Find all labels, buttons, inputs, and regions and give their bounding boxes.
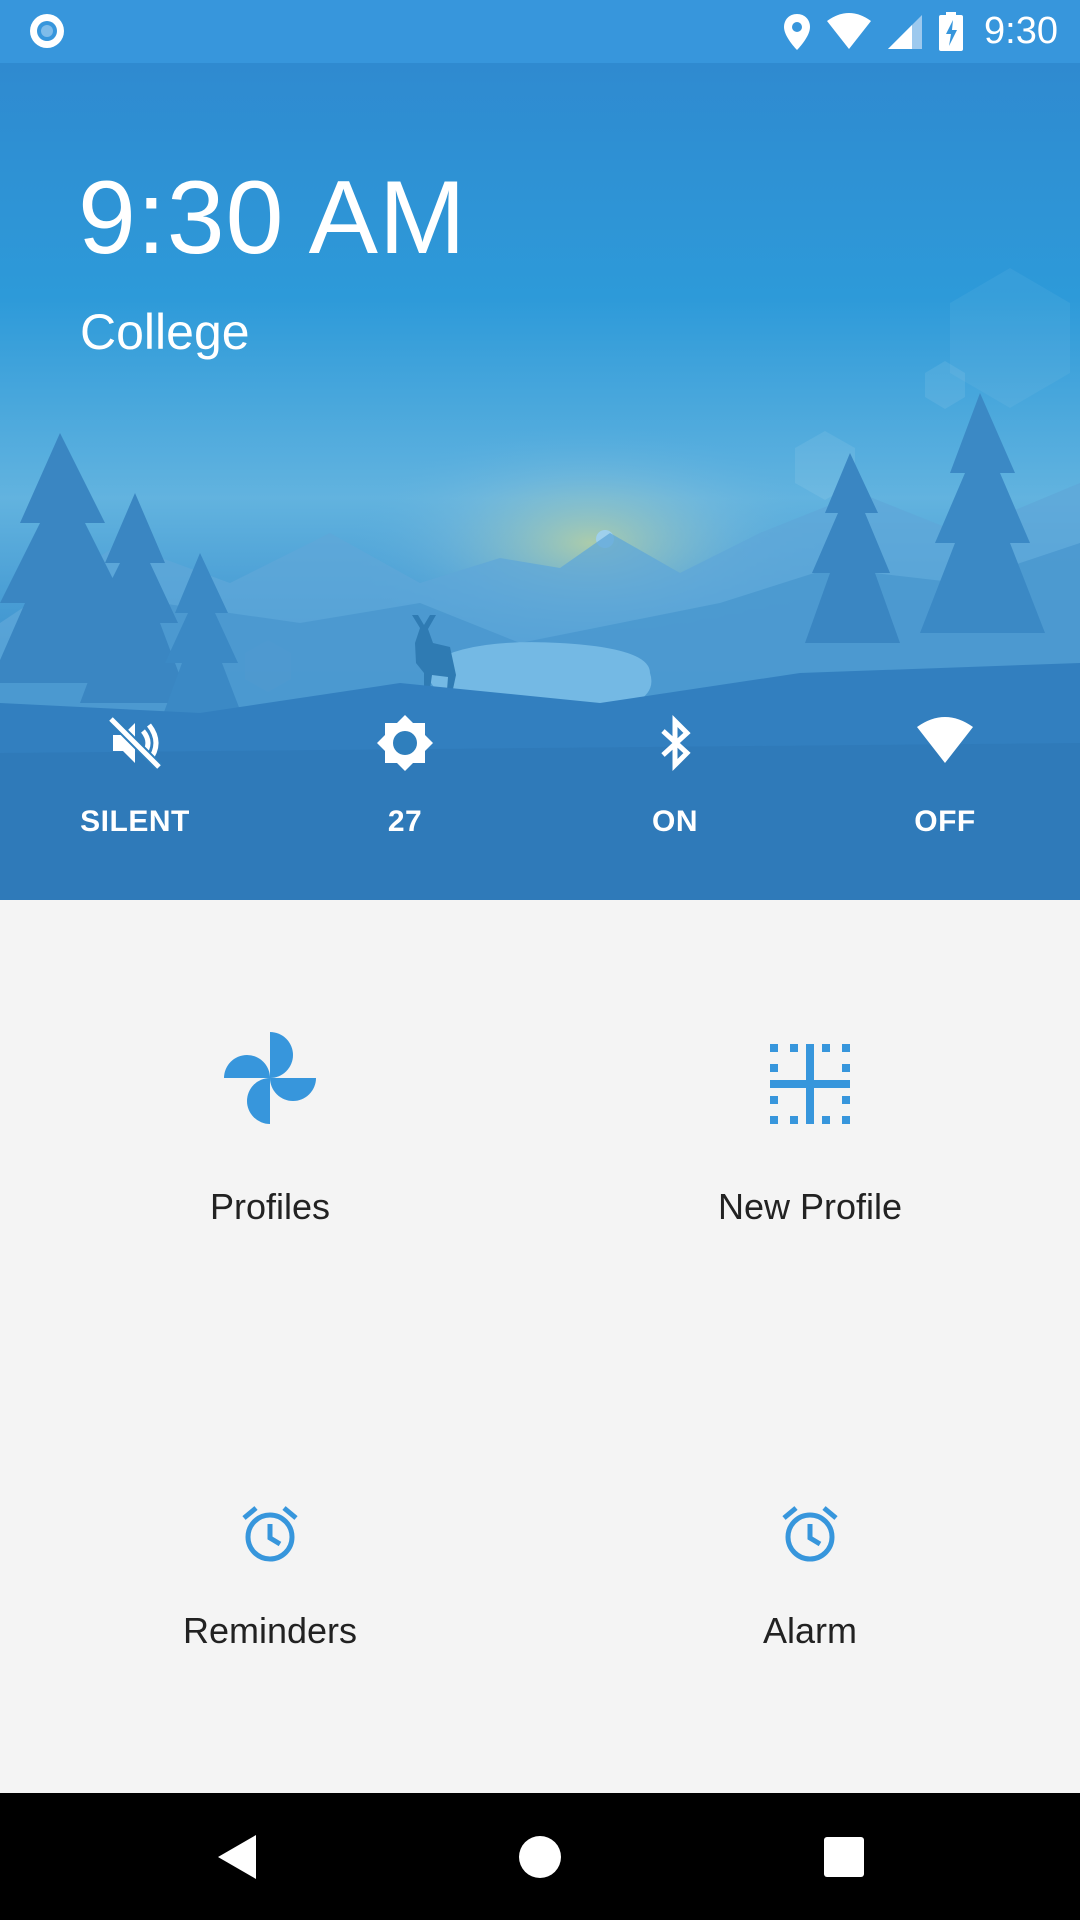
reminders-tile[interactable]: Reminders [0,1470,540,1770]
quick-toggle-sound[interactable]: SILENT [0,713,270,863]
pinwheel-icon [224,1032,316,1124]
bluetooth-state-label: ON [652,805,698,838]
volume-off-icon [107,715,163,771]
alarm-label: Alarm [762,1610,857,1651]
status-time: 9:30 [984,10,1058,52]
battery-charging-icon [939,11,964,51]
alarm-clock-icon [242,1506,298,1562]
sound-mode-label: SILENT [80,805,190,838]
cell-signal-icon [888,14,923,49]
wifi-icon [827,12,872,49]
back-icon[interactable] [198,1819,274,1895]
status-bar: 9:30 [0,0,1080,63]
bluetooth-icon [661,714,691,772]
alarm-clock-icon [782,1506,838,1562]
hero-header: 9:30 AM College SILENT 27 ON OFF [0,63,1080,900]
wifi-state-label: OFF [914,805,976,838]
profiles-label: Profiles [209,1186,331,1227]
new-profile-label: New Profile [717,1186,903,1227]
wifi-icon [917,717,973,763]
brightness-level-label: 27 [387,805,423,838]
app-status-icon [30,14,64,48]
alarm-tile[interactable]: Alarm [540,1470,1080,1770]
active-profile-name: College [80,304,250,360]
navigation-bar [0,1793,1080,1920]
quick-toggle-brightness[interactable]: 27 [270,713,540,863]
recents-icon[interactable] [806,1819,882,1895]
hero-clock: 9:30 AM [78,160,467,276]
profiles-tile[interactable]: Profiles [0,1000,540,1300]
new-profile-grid-icon [770,1044,850,1124]
new-profile-tile[interactable]: New Profile [540,1000,1080,1300]
location-icon [784,13,811,50]
quick-toggle-wifi[interactable]: OFF [810,713,1080,863]
quick-toggle-bluetooth[interactable]: ON [540,713,810,863]
home-icon[interactable] [502,1819,578,1895]
brightness-icon [377,715,433,771]
reminders-label: Reminders [182,1610,358,1651]
